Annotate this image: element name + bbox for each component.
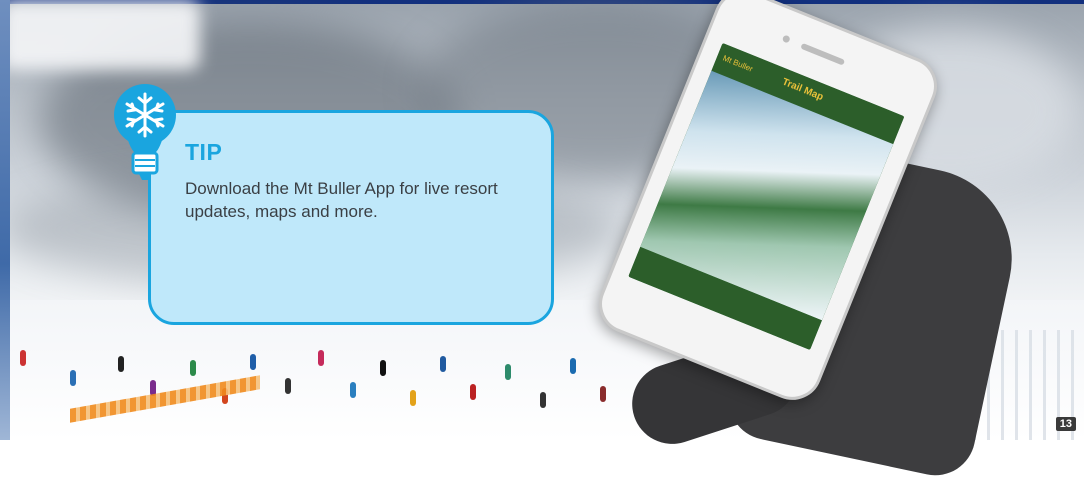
- phone-speaker: [800, 42, 846, 66]
- left-edge-strip: [0, 0, 10, 440]
- snowflake-lightbulb-icon: [114, 84, 176, 180]
- tip-title: TIP: [185, 139, 223, 165]
- phone-camera: [781, 34, 791, 44]
- tip-card: TIP Download the Mt Buller App for live …: [148, 110, 554, 325]
- background-roof: [0, 0, 200, 70]
- skier-crowd: [0, 320, 640, 440]
- app-back-label: Mt Buller: [721, 53, 755, 74]
- tip-body: Download the Mt Buller App for live reso…: [185, 179, 498, 221]
- page-number: 13: [1055, 417, 1076, 431]
- app-screen-title: Trail Map: [780, 76, 825, 104]
